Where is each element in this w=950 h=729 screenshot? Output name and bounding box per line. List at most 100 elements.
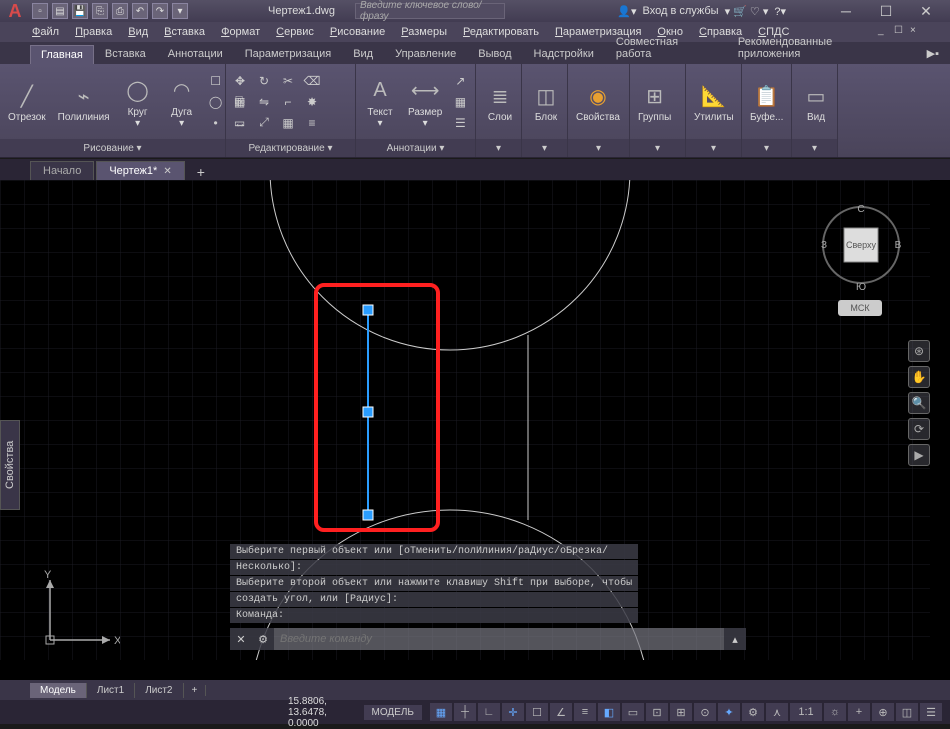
- viewcube[interactable]: Сверху С Ю В З МСК: [816, 200, 906, 325]
- cmd-config-icon[interactable]: ⚙: [252, 628, 274, 650]
- model-space-button[interactable]: МОДЕЛЬ: [364, 705, 422, 720]
- explode-icon[interactable]: ✸: [302, 93, 322, 111]
- saveas-icon[interactable]: ⎘: [92, 3, 108, 19]
- layout-sheet2[interactable]: Лист2: [135, 683, 183, 698]
- rect-icon[interactable]: ☐: [206, 72, 226, 90]
- save-icon[interactable]: 💾: [72, 3, 88, 19]
- layout-model[interactable]: Модель: [30, 683, 87, 698]
- add-tab-button[interactable]: +: [187, 164, 215, 180]
- more-icon[interactable]: ▾: [172, 3, 188, 19]
- expand-ribbon-icon[interactable]: ▶▪: [916, 43, 950, 64]
- plot-icon[interactable]: ⎙: [112, 3, 128, 19]
- polar-toggle-icon[interactable]: ✛: [502, 703, 524, 721]
- cmd-close-icon[interactable]: ✕: [230, 628, 252, 650]
- sc-icon[interactable]: ⊡: [646, 703, 668, 721]
- user-icon[interactable]: 👤▾: [617, 5, 636, 18]
- signin-link[interactable]: Вход в службы: [643, 5, 719, 17]
- stretch-icon[interactable]: ↔: [230, 114, 250, 132]
- exchange-icon[interactable]: ▾ 🛒 ♡ ▾: [725, 5, 769, 18]
- rotate-icon[interactable]: ↻: [254, 72, 274, 90]
- transparency-icon[interactable]: ◧: [598, 703, 620, 721]
- properties-palette-tab[interactable]: Свойства: [0, 420, 20, 510]
- circle-button[interactable]: ◯Круг▾: [118, 73, 158, 131]
- tab-featured[interactable]: Рекомендованные приложения: [727, 32, 908, 64]
- tab-annotate[interactable]: Аннотации: [157, 44, 234, 64]
- menu-edit[interactable]: Правка: [69, 24, 118, 40]
- maximize-button[interactable]: ☐: [866, 0, 906, 22]
- drawing-canvas[interactable]: Свойства Сверху С Ю В З МСК ⊛ ✋ 🔍 ⟳ ▶ Вы…: [0, 180, 950, 680]
- nav-showmotion-icon[interactable]: ▶: [908, 444, 930, 466]
- props-button[interactable]: ◉Свойства: [572, 78, 624, 125]
- layout-sheet1[interactable]: Лист1: [87, 683, 135, 698]
- menu-dims[interactable]: Размеры: [395, 24, 453, 40]
- undo-icon[interactable]: ↶: [132, 3, 148, 19]
- tab-output[interactable]: Вывод: [467, 44, 522, 64]
- menu-tools[interactable]: Сервис: [270, 24, 320, 40]
- menu-format[interactable]: Формат: [215, 24, 266, 40]
- layers-button[interactable]: ≣Слои: [480, 78, 520, 125]
- ann-scale-icon[interactable]: ⋏: [766, 703, 788, 721]
- redo-icon[interactable]: ↷: [152, 3, 168, 19]
- menu-modify[interactable]: Редактировать: [457, 24, 545, 40]
- menu-draw[interactable]: Рисование: [324, 24, 391, 40]
- scale-display[interactable]: 1:1: [790, 703, 822, 721]
- menu-view[interactable]: Вид: [122, 24, 154, 40]
- array-icon[interactable]: ▦: [278, 114, 298, 132]
- tab-insert[interactable]: Вставка: [94, 44, 157, 64]
- cmd-recent-icon[interactable]: ▴: [724, 628, 746, 650]
- grid-toggle-icon[interactable]: ▦: [430, 703, 452, 721]
- clean-screen-icon[interactable]: ☰: [920, 703, 942, 721]
- leader-icon[interactable]: ↗: [450, 72, 470, 90]
- erase-icon[interactable]: ⌫: [302, 72, 322, 90]
- move-icon[interactable]: ✥: [230, 72, 250, 90]
- copy-icon[interactable]: ⎘: [230, 93, 250, 111]
- ds-icon[interactable]: ⊞: [670, 703, 692, 721]
- dim-button[interactable]: ⟷Размер▾: [404, 73, 446, 131]
- command-input[interactable]: [274, 628, 724, 650]
- table-icon[interactable]: ▦: [450, 93, 470, 111]
- snap-toggle-icon[interactable]: ┼: [454, 703, 476, 721]
- mtext-icon[interactable]: ☰: [450, 114, 470, 132]
- tab-manage[interactable]: Управление: [384, 44, 467, 64]
- tab-addins[interactable]: Надстройки: [523, 44, 605, 64]
- close-button[interactable]: ✕: [906, 0, 946, 22]
- open-icon[interactable]: ▤: [52, 3, 68, 19]
- dyn-input-icon[interactable]: ✦: [718, 703, 740, 721]
- tab-home[interactable]: Главная: [30, 45, 94, 64]
- tab-start[interactable]: Начало: [30, 161, 94, 180]
- trim-icon[interactable]: ✂: [278, 72, 298, 90]
- groups-button[interactable]: ⊞Группы: [634, 78, 675, 125]
- menu-insert[interactable]: Вставка: [158, 24, 211, 40]
- help-icon[interactable]: ?▾: [774, 5, 786, 18]
- menu-file[interactable]: Файл: [26, 24, 65, 40]
- nav-pan-icon[interactable]: ✋: [908, 366, 930, 388]
- tab-view[interactable]: Вид: [342, 44, 384, 64]
- clipboard-button[interactable]: 📋Буфе...: [746, 78, 787, 125]
- line-button[interactable]: ╱Отрезок: [4, 78, 50, 125]
- lwt-toggle-icon[interactable]: ≡: [574, 703, 596, 721]
- search-input[interactable]: Введите ключевое слово/фразу: [355, 3, 505, 19]
- ws-switch-icon[interactable]: ☼: [824, 703, 846, 721]
- doc-close-icon[interactable]: ×: [910, 25, 924, 39]
- arc-button[interactable]: ◠Дуга▾: [162, 73, 202, 131]
- ws-icon[interactable]: ⚙: [742, 703, 764, 721]
- nav-orbit-icon[interactable]: ⟳: [908, 418, 930, 440]
- offset-icon[interactable]: ≡: [302, 114, 322, 132]
- add-layout-button[interactable]: +: [184, 685, 207, 696]
- tab-drawing1[interactable]: Чертеж1*✕: [96, 161, 184, 180]
- text-button[interactable]: AТекст▾: [360, 73, 400, 131]
- ellipse-icon[interactable]: ◯: [206, 93, 226, 111]
- panel-modify-title[interactable]: Редактирование ▾: [226, 139, 355, 157]
- panel-draw-title[interactable]: Рисование ▾: [0, 139, 225, 157]
- otrack-toggle-icon[interactable]: ∠: [550, 703, 572, 721]
- fillet-icon[interactable]: ⌐: [278, 93, 298, 111]
- osnap-toggle-icon[interactable]: ☐: [526, 703, 548, 721]
- ann-mon-icon[interactable]: ⊙: [694, 703, 716, 721]
- new-icon[interactable]: ▫: [32, 3, 48, 19]
- polyline-button[interactable]: ⌁Полилиния: [54, 78, 114, 125]
- utils-button[interactable]: 📐Утилиты: [690, 78, 738, 125]
- minimize-button[interactable]: ─: [826, 0, 866, 22]
- point-icon[interactable]: •: [206, 114, 226, 132]
- tab-collab[interactable]: Совместная работа: [605, 32, 727, 64]
- hw-accel-icon[interactable]: ⊕: [872, 703, 894, 721]
